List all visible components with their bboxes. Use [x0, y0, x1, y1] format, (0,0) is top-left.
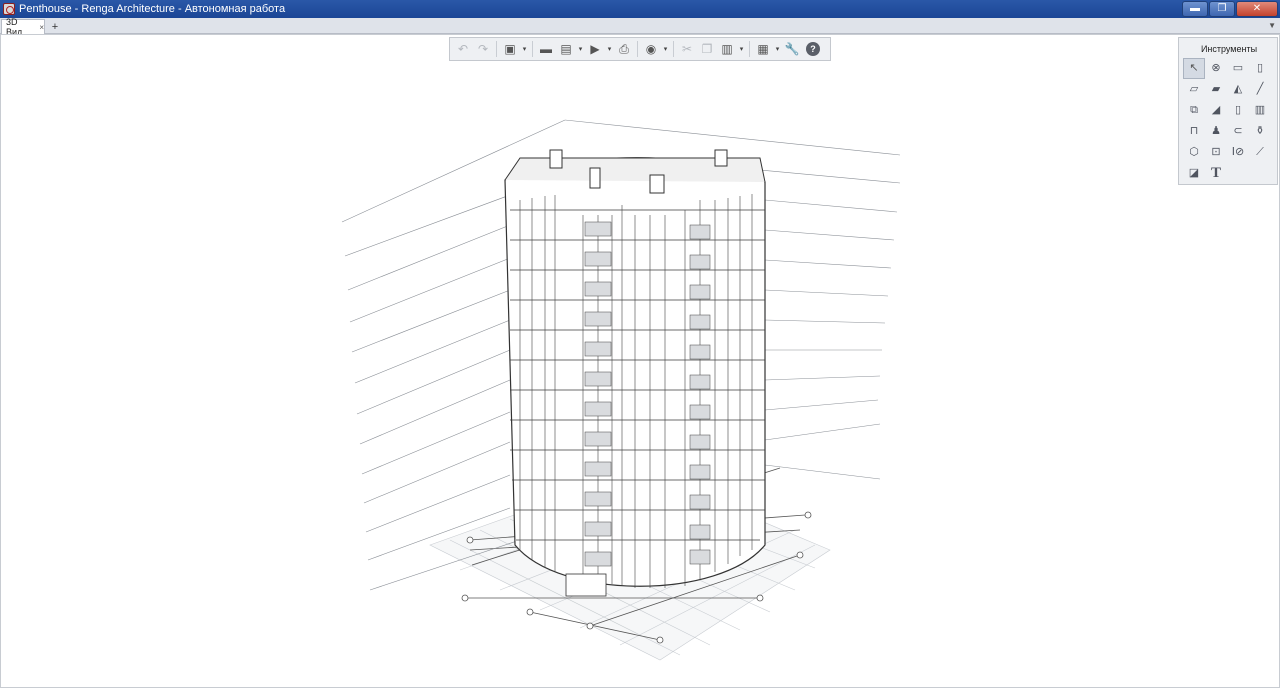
save-dropdown-arrow[interactable]: ▾ — [577, 40, 584, 58]
tools-grid: ↖ ⊗ ▭ ▯ ▱ ▰ ◭ ╱ ⧉ ◢ ▯ ▥ ⊓ ♟ ⊂ ⚱ ⬡ ⊡ Ⅰ⊘ ⟋… — [1183, 58, 1271, 184]
hatch-tool-icon[interactable]: ◪ — [1183, 163, 1205, 184]
ramp-tool-icon[interactable]: ◢ — [1205, 100, 1227, 121]
wall-tool-icon[interactable]: ▱ — [1183, 79, 1205, 100]
title-bar: Penthouse - Renga Architecture - Автоном… — [0, 0, 1280, 18]
copy-button[interactable]: ❐ — [698, 40, 716, 58]
opening-tool-icon[interactable]: ⊡ — [1205, 142, 1227, 163]
toolbar-separator — [749, 41, 750, 57]
tools-panel: Инструменты ↖ ⊗ ▭ ▯ ▱ ▰ ◭ ╱ ⧉ ◢ ▯ ▥ ⊓ ♟ … — [1178, 37, 1278, 185]
floor-tool-icon[interactable]: ▰ — [1205, 79, 1227, 100]
beam-tool-icon[interactable]: ╱ — [1249, 79, 1271, 100]
axis-tool-icon[interactable]: ⊗ — [1205, 58, 1227, 79]
print-button[interactable]: ⎙ — [615, 40, 633, 58]
renga-app-icon[interactable] — [3, 3, 15, 15]
toolbar-separator — [532, 41, 533, 57]
display-mode-button[interactable]: ▦ — [754, 40, 772, 58]
room-tool-icon[interactable]: ▭ — [1227, 58, 1249, 79]
tab-3d-view[interactable]: 3D Вид × — [1, 17, 45, 37]
minimize-button[interactable]: ▬ — [1182, 1, 1208, 17]
open-project-button[interactable]: ▬ — [537, 40, 555, 58]
tab-list-dropdown-icon[interactable]: ▼ — [1268, 21, 1276, 30]
paste-dropdown-arrow[interactable]: ▾ — [738, 40, 745, 58]
plumbing-tool-icon[interactable]: ⚱ — [1249, 121, 1271, 142]
redo-button[interactable]: ↷ — [474, 40, 492, 58]
toolbar-separator — [673, 41, 674, 57]
select-tool-icon[interactable]: ↖ — [1183, 58, 1205, 79]
window-title: Penthouse - Renga Architecture - Автоном… — [19, 3, 286, 15]
roof-tool-icon[interactable]: ◭ — [1227, 79, 1249, 100]
text-tool-icon[interactable]: T — [1205, 163, 1227, 184]
paste-button[interactable]: ▥ — [718, 40, 736, 58]
tower — [504, 149, 766, 597]
settings-wrench-icon[interactable]: 🔧 — [783, 40, 801, 58]
column-tool-icon[interactable]: ▯ — [1249, 58, 1271, 79]
door-tool-icon[interactable]: ▯ — [1227, 100, 1249, 121]
toolbar-separator — [496, 41, 497, 57]
window-tool-icon[interactable]: ▥ — [1249, 100, 1271, 121]
save-button[interactable]: ▤ — [557, 40, 575, 58]
dimension-tool-icon[interactable]: Ⅰ⊘ — [1227, 142, 1249, 163]
toolbar-separator — [637, 41, 638, 57]
entrance-porch — [565, 573, 607, 597]
window-controls: ▬ ❐ ✕ — [1182, 1, 1278, 17]
tab-close-icon[interactable]: × — [39, 23, 44, 32]
equipment-tool-icon[interactable]: ♟ — [1205, 121, 1227, 142]
pipe-tool-icon[interactable]: ⊂ — [1227, 121, 1249, 142]
orbit-dropdown-arrow[interactable]: ▾ — [662, 40, 669, 58]
railing-tool-icon[interactable]: ⊓ — [1183, 121, 1205, 142]
help-icon[interactable]: ? — [806, 42, 820, 56]
export-button[interactable]: ▶ — [586, 40, 604, 58]
main-toolbar: ↶ ↷ ▣ ▾ ▬ ▤ ▾ ▶ ▾ ⎙ ◉ ▾ ✂ ❐ ▥ ▾ ▦ ▾ 🔧 ? — [449, 37, 831, 61]
cut-button[interactable]: ✂ — [678, 40, 696, 58]
undo-button[interactable]: ↶ — [454, 40, 472, 58]
export-dropdown-arrow[interactable]: ▾ — [606, 40, 613, 58]
display-dropdown-arrow[interactable]: ▾ — [774, 40, 781, 58]
add-tab-button[interactable]: + — [48, 20, 62, 33]
level-tool-icon[interactable]: ⟋ — [1249, 142, 1271, 163]
maximize-button[interactable]: ❐ — [1209, 1, 1235, 17]
view-cube-button[interactable]: ▣ — [501, 40, 519, 58]
view-dropdown-arrow[interactable]: ▾ — [521, 40, 528, 58]
tools-panel-title: Инструменты — [1200, 44, 1258, 54]
orbit-button[interactable]: ◉ — [642, 40, 660, 58]
view-tab-bar: 3D Вид × + ▼ — [0, 17, 1280, 37]
close-button[interactable]: ✕ — [1236, 1, 1278, 17]
element-tool-icon[interactable]: ⬡ — [1183, 142, 1205, 163]
building-3d-model[interactable] — [0, 34, 1280, 688]
stair-tool-icon[interactable]: ⧉ — [1183, 100, 1205, 121]
